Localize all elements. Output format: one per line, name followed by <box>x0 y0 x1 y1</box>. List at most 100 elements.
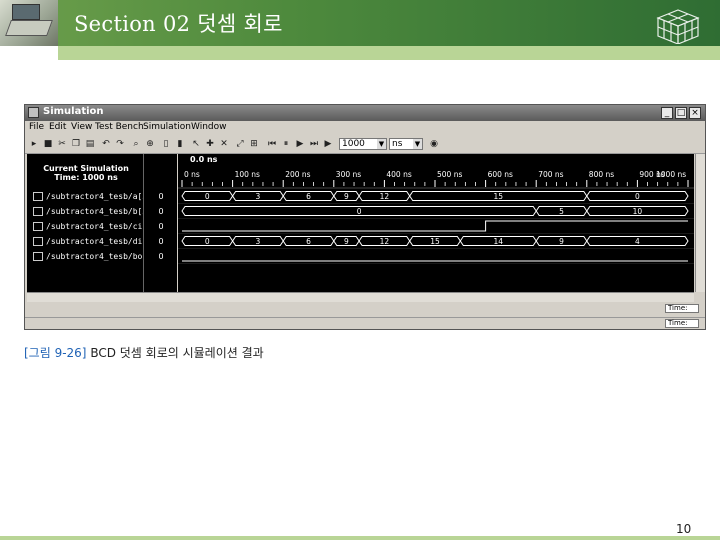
monitor-icon <box>12 4 40 20</box>
time-tick-label: 800 ns <box>589 170 614 179</box>
time-tick-label: 500 ns <box>437 170 462 179</box>
bus-value-label: 12 <box>380 237 390 246</box>
marker-icon[interactable]: ▮ <box>175 139 185 149</box>
add-signal-icon[interactable]: ✚ <box>205 139 215 149</box>
menu-view[interactable]: View <box>71 122 92 132</box>
cursor-time-label: 0.0 ns <box>190 155 218 164</box>
chevron-down-icon[interactable]: ▼ <box>377 139 386 149</box>
time-tick-label: 1000 ns <box>656 170 686 179</box>
run-icon[interactable]: ▶ <box>295 139 305 149</box>
header-computer-photo <box>0 0 58 46</box>
time-tick-label: 300 ns <box>336 170 361 179</box>
bus-value-label: 6 <box>306 192 311 201</box>
zoom-in-icon[interactable]: ⤢ <box>235 139 245 149</box>
paste-icon[interactable]: ▤ <box>85 139 95 149</box>
window-title: Simulation <box>43 106 104 117</box>
bus-value-label: 14 <box>493 237 503 246</box>
bus-value-label: 10 <box>633 207 643 216</box>
undo-icon[interactable]: ↶ <box>101 139 111 149</box>
bus-value-label: 5 <box>559 207 564 216</box>
sim-time-field[interactable]: 1000 ▼ <box>339 138 387 150</box>
bus-value-label: 9 <box>559 237 564 246</box>
bus-value-label: 15 <box>493 192 503 201</box>
bus-value-label: 0 <box>635 192 640 201</box>
current-simulation-label: Current Simulation Time: 1000 ns <box>27 164 145 182</box>
waveform-pane[interactable]: 0.0 ns 0 ns 100 ns 200 ns 300 ns 400 ns 500 ns… <box>178 154 694 292</box>
signal-value: 0 <box>158 192 164 201</box>
keyboard-icon <box>5 20 53 36</box>
chevron-down-icon[interactable]: ▼ <box>413 139 422 149</box>
building-blocks-icon <box>656 9 700 44</box>
sim-unit-value: ns <box>392 139 403 149</box>
bus-value-label: 15 <box>430 237 440 246</box>
signal-value: 0 <box>158 252 164 261</box>
time-tick-label: 700 ns <box>538 170 563 179</box>
signal-value: 0 <box>158 237 164 246</box>
status-bar: Time: <box>25 303 705 315</box>
menu-edit[interactable]: Edit <box>49 122 66 132</box>
time-tick-label: 200 ns <box>285 170 310 179</box>
redo-icon[interactable]: ↷ <box>115 139 125 149</box>
sim-unit-select[interactable]: ns ▼ <box>389 138 423 150</box>
time-readout: Time: <box>665 304 699 313</box>
minimize-button[interactable]: _ <box>661 107 673 119</box>
bus-value-label: 4 <box>635 237 640 246</box>
copy-icon[interactable]: ❐ <box>71 139 81 149</box>
save-icon[interactable]: ■ <box>43 139 53 149</box>
figure-number: [그림 9-26] <box>24 346 87 360</box>
bus-icon <box>33 207 43 216</box>
time-readout-secondary: Time: <box>665 319 699 328</box>
signal-value: 0 <box>158 222 164 231</box>
simulation-window: Simulation _ □ × File Edit View Test Ben… <box>24 104 706 330</box>
bit-signal-icon <box>33 222 43 231</box>
run-until-icon[interactable]: ▶ <box>323 139 333 149</box>
cut-icon[interactable]: ✂ <box>57 139 67 149</box>
step-icon[interactable]: ⏭ <box>309 139 319 149</box>
bus-icon <box>33 192 43 201</box>
restart-icon[interactable]: ⏮ <box>267 139 277 149</box>
bus-icon <box>33 237 43 246</box>
bus-value-label: 12 <box>380 192 390 201</box>
figure-caption-text: BCD 덧셈 회로의 시뮬레이션 결과 <box>86 346 264 360</box>
cursor-icon[interactable]: ↖ <box>191 139 201 149</box>
sim-time-value: 1000 <box>342 139 365 149</box>
zoom-fit-icon[interactable]: ⊞ <box>249 139 259 149</box>
header-accent-bar <box>58 46 720 60</box>
time-tick-label: 600 ns <box>488 170 513 179</box>
status-bar-secondary: Time: <box>25 317 705 330</box>
figure-caption: [그림 9-26] BCD 덧셈 회로의 시뮬레이션 결과 <box>24 344 264 361</box>
breakpoint-icon[interactable]: ◉ <box>429 139 439 149</box>
bus-value-label: 6 <box>306 237 311 246</box>
maximize-button[interactable]: □ <box>675 107 687 119</box>
menu-window[interactable]: Window <box>191 122 227 132</box>
horizontal-scrollbar[interactable] <box>27 292 694 302</box>
page-number: 10 <box>676 522 692 536</box>
bus-value-label: 0 <box>357 207 362 216</box>
app-icon <box>28 107 39 118</box>
window-titlebar[interactable]: Simulation _ □ × <box>25 105 705 121</box>
signal-values-pane: 0 0 0 0 0 <box>143 154 177 292</box>
menu-file[interactable]: File <box>29 122 44 132</box>
vertical-scrollbar[interactable] <box>695 154 705 292</box>
time-tick-label: 400 ns <box>386 170 411 179</box>
signal-row[interactable]: /subtractor4_tesb/bout <box>33 252 152 261</box>
bookmark-icon[interactable]: ▯ <box>161 139 171 149</box>
close-button[interactable]: × <box>689 107 701 119</box>
find-icon[interactable]: ⌕ <box>131 139 141 149</box>
time-tick-label: 0 ns <box>184 170 200 179</box>
bus-value-label: 9 <box>344 237 349 246</box>
slide-header: Section 02 덧셈 회로 <box>0 0 720 46</box>
pause-icon[interactable]: ⏸ <box>281 139 291 149</box>
signal-value: 0 <box>158 207 164 216</box>
bus-value-label: 3 <box>256 192 261 201</box>
zoom-icon[interactable]: ⊕ <box>145 139 155 149</box>
menu-simulation[interactable]: Simulation <box>143 122 191 132</box>
bit-waveform <box>182 220 688 232</box>
menu-test-bench[interactable]: Test Bench <box>95 122 144 132</box>
bus-value-label: 0 <box>205 237 210 246</box>
bit-signal-icon <box>33 252 43 261</box>
run-all-icon[interactable]: ▸ <box>29 139 39 149</box>
signal-row[interactable]: /subtractor4_tesb/cin <box>33 222 147 231</box>
delete-icon[interactable]: ✕ <box>219 139 229 149</box>
bus-value-label: 3 <box>256 237 261 246</box>
